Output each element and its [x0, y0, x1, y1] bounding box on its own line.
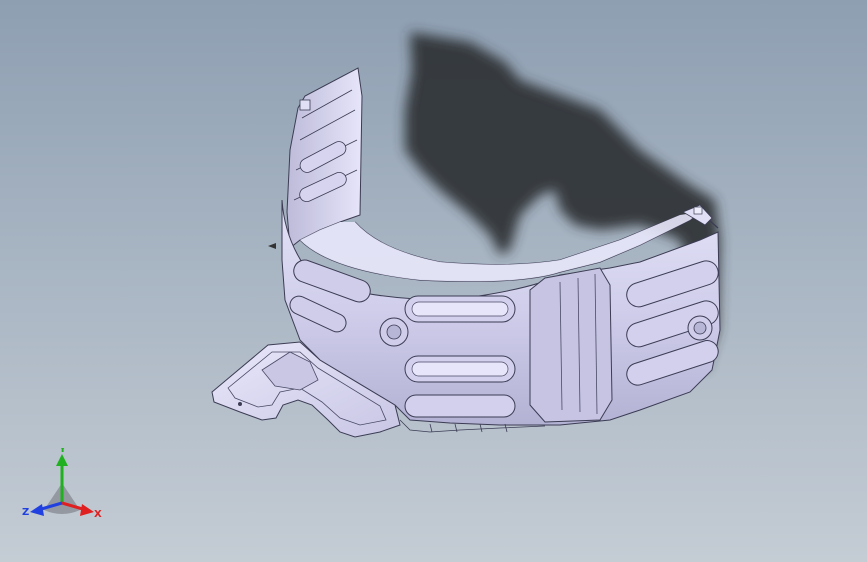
y-axis-arrow [56, 454, 68, 466]
x-axis-label: X [94, 509, 102, 520]
y-axis-label: Y [58, 448, 67, 455]
graphics-viewport[interactable]: Y X Z [0, 0, 867, 562]
z-axis-arrow [30, 504, 44, 516]
axis-triad[interactable]: Y X Z [22, 448, 112, 528]
z-axis-label: Z [22, 507, 29, 518]
origin-arrow-icon [268, 243, 276, 249]
x-axis-arrow [80, 504, 94, 516]
model-view[interactable] [0, 0, 867, 562]
